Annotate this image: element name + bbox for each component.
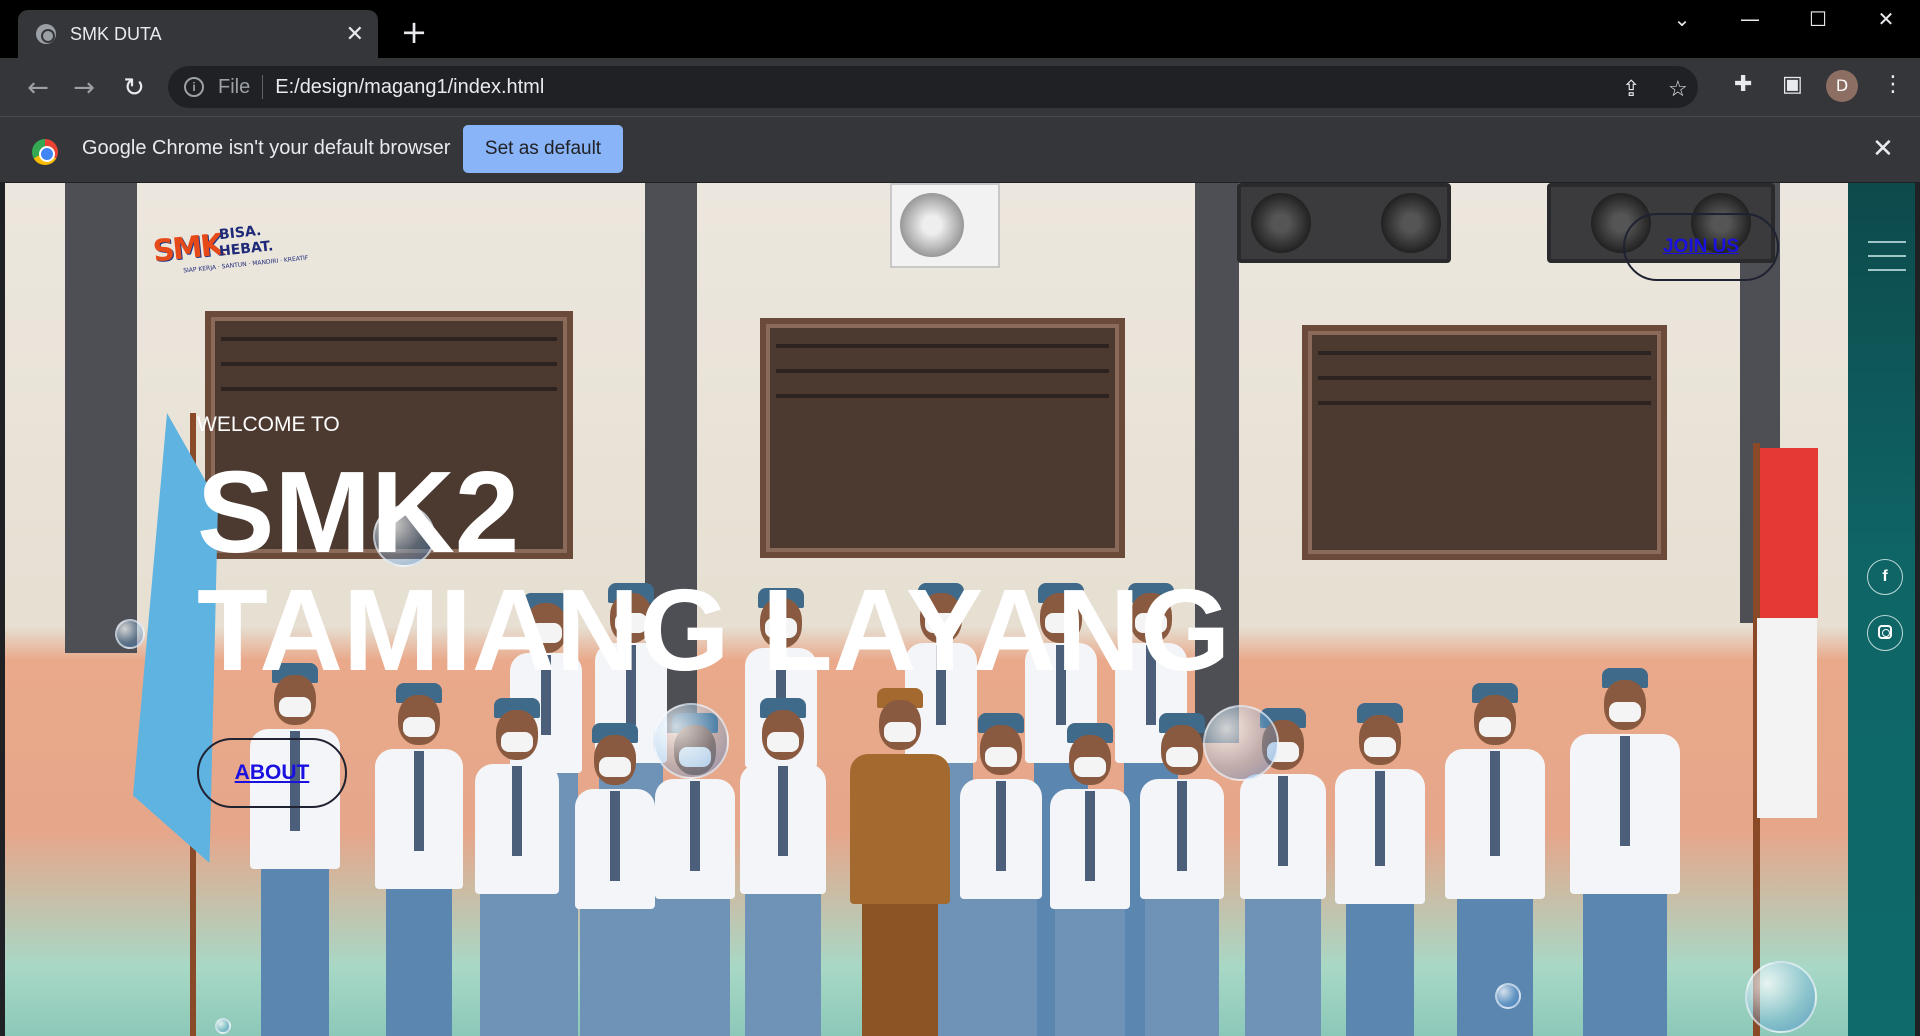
welcome-text: WELCOME TO [197, 413, 340, 436]
back-arrow-icon[interactable]: ← [20, 70, 56, 106]
hero-section: SMK BISA. HEBAT. SIAP KERJA · SANTUN · M… [5, 183, 1848, 1036]
bubble-decoration [1203, 705, 1279, 781]
headline-line-1: SMK2 [197, 447, 520, 577]
close-window-button[interactable]: ✕ [1856, 4, 1916, 34]
profile-avatar[interactable]: D [1826, 70, 1858, 102]
bubble-decoration [1495, 983, 1521, 1009]
browser-titlebar: SMK DUTA ✕ + ⌄ — ☐ ✕ [0, 0, 1920, 58]
tab-title: SMK DUTA [70, 23, 162, 44]
chrome-logo-icon [32, 139, 58, 165]
infobar-message: Google Chrome isn't your default browser [82, 137, 451, 159]
about-button[interactable]: ABOUT [197, 738, 347, 808]
address-bar[interactable]: i File E:/design/magang1/index.html ⇪ ☆ [168, 66, 1698, 108]
bubble-decoration [653, 703, 729, 779]
star-icon[interactable]: ☆ [1668, 76, 1688, 102]
maximize-button[interactable]: ☐ [1788, 4, 1848, 34]
url-text[interactable]: E:/design/magang1/index.html [275, 76, 544, 99]
infobar-close-icon[interactable]: ✕ [1872, 133, 1894, 164]
url-scheme-label: File [218, 75, 251, 98]
side-navigation-bar: f [1848, 183, 1915, 1036]
new-tab-button[interactable]: + [396, 14, 432, 50]
side-panel-icon[interactable]: ▣ [1782, 72, 1803, 97]
headline-line-2: TAMIANG LAYANG [197, 565, 1231, 695]
hamburger-menu-icon[interactable] [1868, 241, 1906, 273]
join-us-button[interactable]: JOIN US [1623, 213, 1779, 281]
forward-arrow-icon[interactable]: → [66, 70, 102, 106]
bubble-decoration [215, 1018, 231, 1034]
facebook-glyph: f [1882, 568, 1888, 585]
kebab-menu-icon[interactable]: ⋮ [1882, 72, 1904, 97]
reload-icon[interactable]: ↻ [116, 70, 152, 106]
bubble-decoration [115, 619, 145, 649]
share-icon[interactable]: ⇪ [1622, 76, 1640, 102]
page-viewport: SMK BISA. HEBAT. SIAP KERJA · SANTUN · M… [5, 183, 1915, 1036]
instagram-glyph [1878, 625, 1892, 639]
default-browser-infobar: Google Chrome isn't your default browser… [0, 116, 1920, 182]
browser-toolbar: ← → ↻ i File E:/design/magang1/index.htm… [0, 58, 1920, 116]
omnibox-divider [262, 75, 264, 99]
active-tab[interactable]: SMK DUTA ✕ [18, 10, 378, 58]
info-icon[interactable]: i [184, 77, 204, 97]
site-logo[interactable]: SMK BISA. HEBAT. SIAP KERJA · SANTUN · M… [151, 221, 308, 275]
page-title: SMK2 TAMIANG LAYANG [197, 453, 1230, 689]
set-as-default-button[interactable]: Set as default [463, 125, 623, 173]
logo-smk-text: SMK [151, 227, 224, 270]
puzzle-icon[interactable]: ✚ [1734, 72, 1752, 97]
facebook-icon[interactable]: f [1867, 559, 1903, 595]
bubble-decoration [1745, 961, 1817, 1033]
instagram-icon[interactable] [1867, 615, 1903, 651]
tab-search-chevron-icon[interactable]: ⌄ [1652, 4, 1712, 34]
globe-icon [36, 24, 56, 44]
minimize-button[interactable]: — [1720, 4, 1780, 34]
tab-close-icon[interactable]: ✕ [346, 22, 364, 47]
